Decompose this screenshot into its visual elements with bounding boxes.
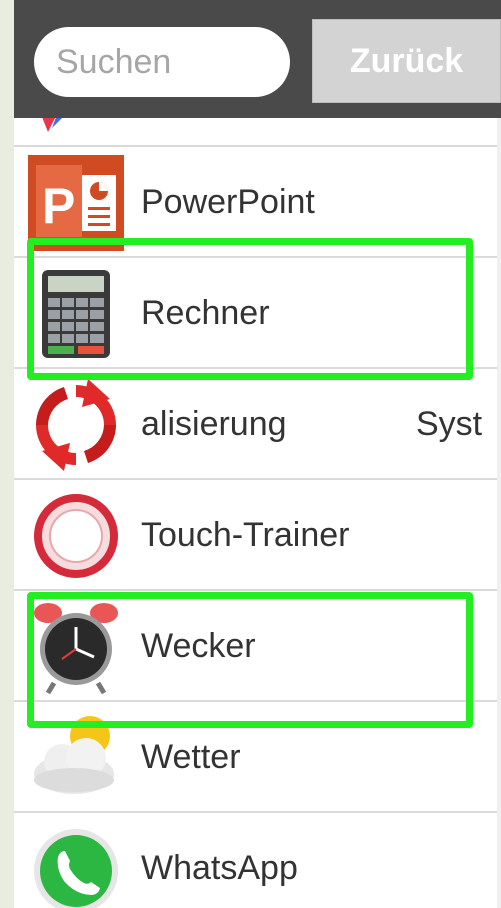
app-row-play-store[interactable] <box>14 118 501 147</box>
scrollbar[interactable] <box>497 118 501 908</box>
play-store-icon <box>42 118 62 132</box>
app-list: P PowerPoint Rechner alisierung Syst Tou… <box>14 118 501 908</box>
app-drawer-screen: Zurück P PowerPoint <box>14 0 501 908</box>
app-row-system-update[interactable]: alisierung Syst <box>14 369 501 480</box>
app-label: alisierung <box>141 405 287 443</box>
svg-text:P: P <box>42 178 75 234</box>
whatsapp-icon <box>34 829 118 908</box>
update-icon <box>36 379 116 471</box>
app-label: Touch-Trainer <box>141 516 350 554</box>
app-row-touch-trainer[interactable]: Touch-Trainer <box>14 480 501 591</box>
calculator-icon <box>42 270 110 358</box>
app-label: Wetter <box>141 738 241 776</box>
powerpoint-icon: P <box>28 155 124 251</box>
alarm-clock-icon <box>34 603 118 695</box>
weather-icon <box>34 716 114 794</box>
app-row-wetter[interactable]: Wetter <box>14 702 501 813</box>
back-button[interactable]: Zurück <box>312 19 501 103</box>
search-input[interactable] <box>34 27 290 97</box>
app-label: Wecker <box>141 627 256 665</box>
app-label: WhatsApp <box>141 849 298 887</box>
app-row-powerpoint[interactable]: P PowerPoint <box>14 147 501 258</box>
app-label: PowerPoint <box>141 183 315 221</box>
app-label-scrolled: Syst <box>416 405 483 443</box>
app-row-rechner[interactable]: Rechner <box>14 258 501 369</box>
app-row-wecker[interactable]: Wecker <box>14 591 501 702</box>
touch-trainer-icon <box>34 494 118 578</box>
app-row-whatsapp[interactable]: WhatsApp <box>14 813 501 908</box>
top-bar: Zurück <box>14 0 501 118</box>
app-label: Rechner <box>141 294 270 332</box>
